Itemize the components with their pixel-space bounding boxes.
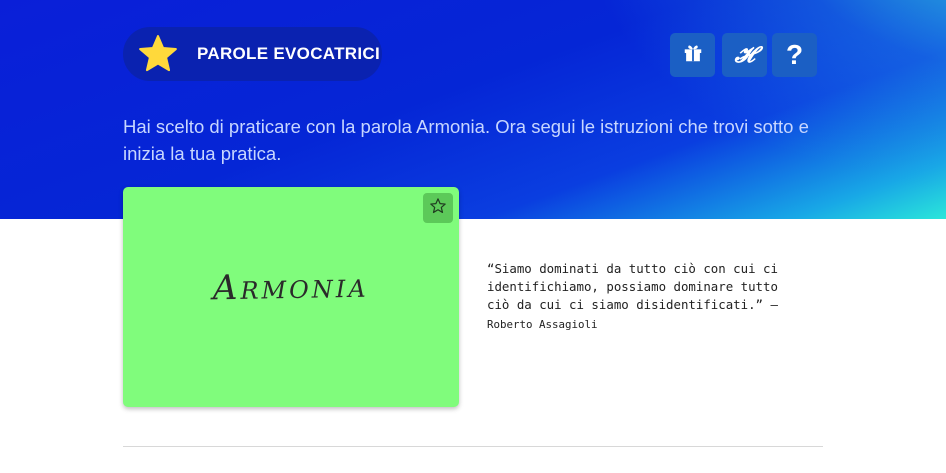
word-card[interactable]: Armonia bbox=[123, 187, 459, 407]
help-button[interactable]: ? bbox=[772, 33, 817, 77]
star-icon bbox=[131, 27, 185, 81]
h-logo-icon: 𝓗 bbox=[734, 42, 755, 68]
section-title: PAROLE EVOCATRICI bbox=[197, 44, 380, 63]
h-logo-button[interactable]: 𝓗 bbox=[722, 33, 767, 77]
quote-block: “Siamo dominati da tutto ciò con cui ci … bbox=[487, 260, 807, 334]
divider bbox=[123, 446, 823, 447]
gift-icon bbox=[682, 42, 704, 68]
gift-button[interactable] bbox=[670, 33, 715, 77]
card-word: Armonia bbox=[212, 265, 370, 309]
star-outline-icon bbox=[429, 197, 447, 219]
help-icon: ? bbox=[785, 39, 804, 70]
section-badge: PAROLE EVOCATRICI bbox=[123, 27, 382, 81]
quote-text: “Siamo dominati da tutto ciò con cui ci … bbox=[487, 261, 778, 312]
intro-text: Hai scelto di praticare con la parola Ar… bbox=[123, 116, 809, 164]
favorite-button[interactable] bbox=[423, 193, 453, 223]
quote-author: Roberto Assagioli bbox=[487, 318, 598, 331]
